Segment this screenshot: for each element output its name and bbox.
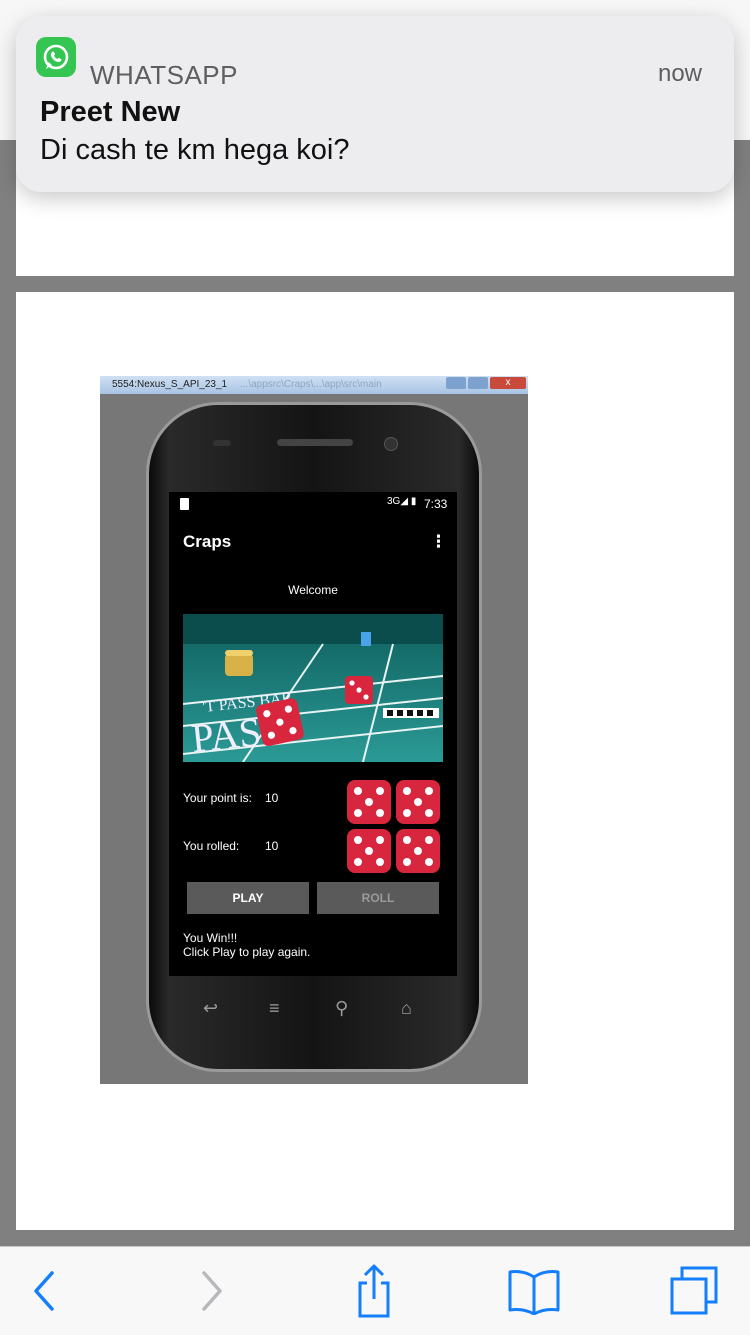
close-window-button: x [490,377,526,389]
bookmarks-icon[interactable] [504,1247,564,1335]
welcome-text: Welcome [288,583,338,597]
emulator-window-title: 5554:Nexus_S_API_23_1 [112,379,228,390]
play-button[interactable]: PLAY [187,882,309,914]
rolled-die-2 [395,828,441,874]
share-icon[interactable] [348,1247,400,1335]
notification-app-name: WHATSAPP [90,60,238,90]
result-line-1: You Win!!! [183,931,238,945]
forward-icon[interactable] [186,1247,238,1335]
notification-sender: Preet New [40,96,181,128]
android-back-icon: ↩ [203,998,219,1018]
back-icon[interactable] [18,1247,70,1335]
android-search-icon: ⚲ [335,998,349,1018]
earpiece-speaker [277,439,353,446]
emulator-window-subtitle: ...\appsrc\Craps\...\app\src\main [240,379,382,390]
rolled-value: 10 [265,839,279,853]
notification-banner[interactable]: WHATSAPP now Preet New Di cash te km heg… [16,16,734,192]
minimize-button [446,377,466,389]
result-message: You Win!!! Click Play to play again. [183,931,310,959]
network-type: 3G [387,496,401,507]
android-menu-icon: ≡ [269,998,280,1018]
craps-table-image: PASS 'T PASS BAR [183,614,443,762]
result-line-2: Click Play to play again. [183,945,311,959]
notification-message: Di cash te km hega koi? [40,134,350,166]
point-label: Your point is: [183,791,252,805]
point-value: 10 [265,791,279,805]
status-time: 7:33 [424,497,448,511]
app-title: Craps [183,532,232,551]
signal-icon: 3G◢ ▮ [387,496,417,507]
maximize-button [468,377,488,389]
rolled-label: You rolled: [183,839,240,853]
whatsapp-icon [36,37,76,77]
notification-time: now [657,60,702,87]
android-nav-keys: ↩ ≡ ⚲ ⌂ [175,998,455,1022]
android-home-icon: ⌂ [401,998,412,1018]
emulator-title-bar: 5554:Nexus_S_API_23_1 ...\appsrc\Craps\.… [100,376,528,394]
craps-app-screen: 3G◢ ▮ 7:33 Craps ⋮ Welcome PASS 'T PASS … [169,492,457,976]
point-die-1 [346,779,392,825]
overflow-menu-icon[interactable]: ⋮ [430,532,447,552]
android-status-bar: 3G◢ ▮ 7:33 [169,492,457,516]
tabs-icon[interactable] [664,1247,724,1335]
sd-card-icon [180,498,189,510]
rolled-die-1 [346,828,392,874]
point-die-2 [395,779,441,825]
front-camera [384,437,398,451]
proximity-sensor [213,440,231,446]
safari-bottom-toolbar [0,1246,750,1335]
roll-button[interactable]: ROLL [317,882,439,914]
